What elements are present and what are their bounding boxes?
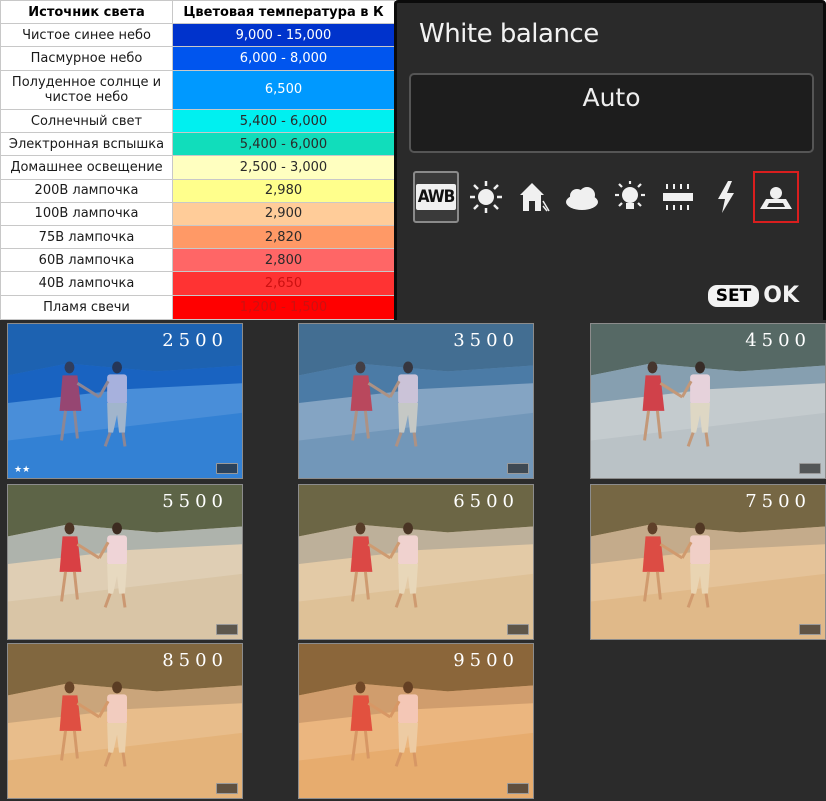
color-temperature-label: 6500 bbox=[453, 491, 519, 512]
value-cell: 6,000 - 8,000 bbox=[172, 46, 395, 71]
table-row: Электронная вспышка 5,400 - 6,000 bbox=[0, 132, 395, 157]
white-balance-sample-grid: 2500 ★★ 3500 4500 5500 6500 7500 8500 9500 bbox=[0, 320, 826, 801]
wb-preset-row: AWB bbox=[411, 167, 815, 227]
wb-mode-display: Auto bbox=[409, 73, 814, 153]
raw-badge-icon bbox=[216, 624, 238, 635]
source-cell: 40В лампочка bbox=[0, 271, 173, 296]
wb-sample-photo[interactable]: 6500 bbox=[298, 484, 534, 640]
value-cell: 9,000 - 15,000 bbox=[172, 23, 395, 48]
custom-wb-icon[interactable] bbox=[753, 171, 799, 223]
value-cell: 2,980 bbox=[172, 178, 395, 203]
raw-badge-icon bbox=[216, 463, 238, 474]
table-row: Домашнее освещение 2,500 - 3,000 bbox=[0, 155, 395, 180]
set-ok-hint[interactable]: SET OK bbox=[707, 283, 799, 308]
color-temperature-label: 2500 bbox=[162, 330, 228, 351]
color-temperature-label: 7500 bbox=[745, 491, 811, 512]
table-row: Чистое синее небо 9,000 - 15,000 bbox=[0, 23, 395, 48]
source-cell: 100В лампочка bbox=[0, 201, 173, 226]
cloudy-icon[interactable] bbox=[559, 171, 605, 223]
table-header-row: Источник света Цветовая температура в К bbox=[0, 0, 395, 25]
value-cell: 6,500 bbox=[172, 69, 395, 110]
raw-badge-icon bbox=[507, 463, 529, 474]
wb-sample-photo[interactable]: 4500 bbox=[590, 323, 826, 479]
color-temperature-label: 9500 bbox=[453, 650, 519, 671]
wb-sample-photo[interactable]: 2500 ★★ bbox=[7, 323, 243, 479]
wb-sample-photo[interactable]: 5500 bbox=[7, 484, 243, 640]
color-temperature-label: 8500 bbox=[162, 650, 228, 671]
raw-badge-icon bbox=[799, 463, 821, 474]
wb-sample-photo[interactable]: 9500 bbox=[298, 643, 534, 799]
awb-icon[interactable]: AWB bbox=[413, 171, 459, 223]
color-temperature-label: 4500 bbox=[745, 330, 811, 351]
value-cell: 5,400 - 6,000 bbox=[172, 108, 395, 134]
value-cell: 2,500 - 3,000 bbox=[172, 155, 395, 180]
raw-badge-icon bbox=[507, 624, 529, 635]
wb-sample-photo[interactable]: 7500 bbox=[590, 484, 826, 640]
fluorescent-icon[interactable] bbox=[655, 171, 701, 223]
header-temperature: Цветовая температура в К bbox=[172, 0, 395, 25]
table-row: Полуденное солнце и чистое небо 6,500 bbox=[0, 69, 395, 110]
rating-stars: ★★ bbox=[14, 465, 31, 475]
table-row: 200В лампочка 2,980 bbox=[0, 178, 395, 203]
flash-bolt-icon[interactable] bbox=[703, 171, 749, 223]
raw-badge-icon bbox=[507, 783, 529, 794]
header-source: Источник света bbox=[0, 0, 173, 25]
value-cell: 2,900 bbox=[172, 201, 395, 226]
wb-sample-photo[interactable]: 8500 bbox=[7, 643, 243, 799]
ok-label: OK bbox=[763, 283, 799, 308]
table-row: 40В лампочка 2,650 bbox=[0, 271, 395, 296]
white-balance-menu: White balance Auto AWB SET OK bbox=[394, 0, 826, 325]
color-temperature-table: Источник света Цветовая температура в К … bbox=[0, 0, 395, 321]
table-row: Солнечный свет 5,400 - 6,000 bbox=[0, 108, 395, 134]
value-cell: 2,800 bbox=[172, 248, 395, 273]
source-cell: Солнечный свет bbox=[0, 108, 173, 134]
value-cell: 2,650 bbox=[172, 271, 395, 296]
table-row: Пламя свечи 1,200 - 1,500 bbox=[0, 294, 395, 321]
source-cell: 75В лампочка bbox=[0, 224, 173, 250]
raw-badge-icon bbox=[799, 624, 821, 635]
source-cell: Пасмурное небо bbox=[0, 46, 173, 71]
awb-label: AWB bbox=[415, 184, 457, 210]
wb-sample-photo[interactable]: 3500 bbox=[298, 323, 534, 479]
source-cell: Чистое синее небо bbox=[0, 23, 173, 48]
source-cell: Полуденное солнце и чистое небо bbox=[0, 69, 173, 110]
source-cell: Пламя свечи bbox=[0, 294, 173, 321]
source-cell: Домашнее освещение bbox=[0, 155, 173, 180]
value-cell: 1,200 - 1,500 bbox=[172, 294, 395, 321]
source-cell: 60В лампочка bbox=[0, 248, 173, 273]
source-cell: Электронная вспышка bbox=[0, 132, 173, 157]
raw-badge-icon bbox=[216, 783, 238, 794]
table-row: 75В лампочка 2,820 bbox=[0, 224, 395, 250]
set-button-label: SET bbox=[707, 284, 760, 307]
color-temperature-label: 3500 bbox=[453, 330, 519, 351]
table-row: 100В лампочка 2,900 bbox=[0, 201, 395, 226]
color-temperature-label: 5500 bbox=[162, 491, 228, 512]
tungsten-bulb-icon[interactable] bbox=[607, 171, 653, 223]
value-cell: 5,400 - 6,000 bbox=[172, 132, 395, 157]
shade-house-icon[interactable] bbox=[511, 171, 557, 223]
value-cell: 2,820 bbox=[172, 224, 395, 250]
source-cell: 200В лампочка bbox=[0, 178, 173, 203]
table-row: Пасмурное небо 6,000 - 8,000 bbox=[0, 46, 395, 71]
wb-mode-value: Auto bbox=[582, 83, 641, 112]
daylight-sun-icon[interactable] bbox=[463, 171, 509, 223]
table-row: 60В лампочка 2,800 bbox=[0, 248, 395, 273]
menu-title: White balance bbox=[419, 19, 599, 49]
